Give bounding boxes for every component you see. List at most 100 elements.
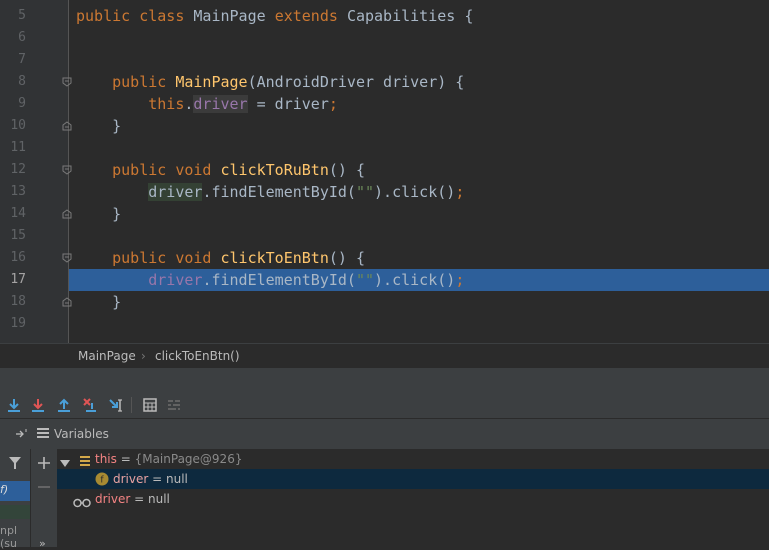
line-number[interactable]: 11 (0, 137, 26, 159)
more-icon[interactable]: » (39, 537, 46, 550)
toolbar-separator (131, 397, 132, 413)
remove-watch-icon[interactable] (37, 479, 51, 493)
restore-layout-icon[interactable] (15, 427, 29, 441)
add-watch-icon[interactable] (37, 455, 51, 469)
frames-panel[interactable]: f) npl (su (0, 449, 30, 550)
code-token: "" (355, 183, 375, 201)
code-token: ).click() (374, 183, 456, 201)
variable-row-driver-field[interactable]: f driver = null (57, 469, 769, 489)
evaluate-expression-icon[interactable] (142, 397, 158, 413)
variable-name: driver (113, 472, 149, 486)
object-icon (79, 453, 91, 466)
fold-marker-icon[interactable] (62, 297, 72, 307)
code-line[interactable]: public void clickToEnBtn() { (76, 247, 365, 269)
variable-row-driver-watch[interactable]: driver = null (57, 489, 769, 509)
code-line[interactable]: public MainPage(AndroidDriver driver) { (76, 71, 464, 93)
variables-title: Variables (54, 427, 109, 441)
code-token: ; (455, 183, 465, 201)
breadcrumb-class[interactable]: MainPage (78, 349, 136, 363)
code-token: } (76, 205, 122, 223)
breadcrumb: MainPage › clickToEnBtn() (0, 343, 769, 368)
code-token: driver (148, 271, 203, 289)
line-number[interactable]: 7 (0, 49, 26, 71)
variable-name: this (95, 452, 117, 466)
code-editor[interactable]: 5 public class MainPage extends Capabilit… (0, 0, 769, 343)
panel-splitter[interactable] (0, 368, 769, 392)
code-token: public (112, 73, 176, 91)
fold-marker-icon[interactable] (62, 253, 72, 263)
fold-marker-icon[interactable] (62, 165, 72, 175)
filter-icon[interactable] (8, 455, 22, 469)
code-token: } (76, 117, 122, 135)
line-number[interactable]: 14 (0, 203, 26, 225)
code-token: clickToEnBtn (220, 249, 329, 267)
code-line[interactable]: } (76, 115, 121, 137)
code-token: } (76, 293, 122, 311)
line-number[interactable]: 17 (0, 269, 26, 291)
step-into-icon[interactable] (30, 397, 46, 413)
trace-stream-icon[interactable] (166, 397, 182, 413)
line-number[interactable]: 18 (0, 291, 26, 313)
step-over-icon[interactable] (6, 397, 22, 413)
line-number[interactable]: 5 (0, 5, 26, 27)
frame-row-label-2: npl (su (0, 524, 18, 550)
variable-value: null (148, 492, 170, 506)
code-token: = driver (247, 95, 329, 113)
code-line[interactable]: public class MainPage extends Capabiliti… (76, 5, 473, 27)
field-icon: f (95, 472, 109, 486)
variable-equals: = (116, 452, 135, 466)
variables-panel-header: Variables (0, 419, 769, 449)
code-line[interactable]: } (76, 291, 121, 313)
code-token: extends (274, 7, 347, 25)
code-token: ; (328, 95, 338, 113)
line-number[interactable]: 10 (0, 115, 26, 137)
code-token: MainPage (193, 7, 275, 25)
frame-row-label: f) (0, 483, 9, 496)
fold-marker-icon[interactable] (62, 121, 72, 131)
code-line[interactable]: } (76, 203, 121, 225)
variable-value: null (166, 472, 188, 486)
line-number[interactable]: 9 (0, 93, 26, 115)
code-token: driver (193, 95, 248, 113)
line-number[interactable]: 16 (0, 247, 26, 269)
line-number[interactable]: 6 (0, 27, 26, 49)
code-line[interactable]: driver.findElementById("").click(); (76, 269, 464, 291)
frame-row[interactable] (0, 505, 30, 519)
code-token: this (148, 95, 185, 113)
variable-value: {MainPage@926} (134, 452, 243, 466)
code-token: clickToRuBtn (220, 161, 329, 179)
code-token: () { (328, 161, 365, 179)
variable-name: driver (95, 492, 131, 506)
watch-icon (73, 494, 91, 508)
breadcrumb-method[interactable]: clickToEnBtn() (155, 349, 240, 363)
code-line[interactable]: this.driver = driver; (76, 93, 338, 115)
variables-tree[interactable]: this = {MainPage@926} f driver = null dr… (57, 449, 769, 547)
run-to-cursor-icon[interactable] (108, 397, 124, 413)
line-number[interactable]: 19 (0, 313, 26, 335)
line-number[interactable]: 13 (0, 181, 26, 203)
code-token: MainPage (175, 73, 248, 91)
fold-marker-icon[interactable] (62, 77, 72, 87)
expand-arrow-icon[interactable] (60, 455, 70, 467)
code-line[interactable]: public void clickToRuBtn() { (76, 159, 365, 181)
variables-toolbar: » (30, 449, 57, 550)
step-out-icon[interactable] (56, 397, 72, 413)
code-token: public class (76, 7, 194, 25)
line-number[interactable]: 12 (0, 159, 26, 181)
code-token: public void (112, 249, 221, 267)
code-token: (AndroidDriver driver) { (247, 73, 465, 91)
line-number[interactable]: 8 (0, 71, 26, 93)
variable-equals: = (130, 492, 148, 506)
code-token: ).click() (374, 271, 456, 289)
fold-marker-icon[interactable] (62, 209, 72, 219)
code-line[interactable]: driver.findElementById("").click(); (76, 181, 464, 203)
drop-frame-icon[interactable] (82, 397, 98, 413)
code-token: ; (455, 271, 465, 289)
variable-row-this[interactable]: this = {MainPage@926} (57, 449, 769, 469)
code-token: () { (328, 249, 365, 267)
line-number[interactable]: 15 (0, 225, 26, 247)
